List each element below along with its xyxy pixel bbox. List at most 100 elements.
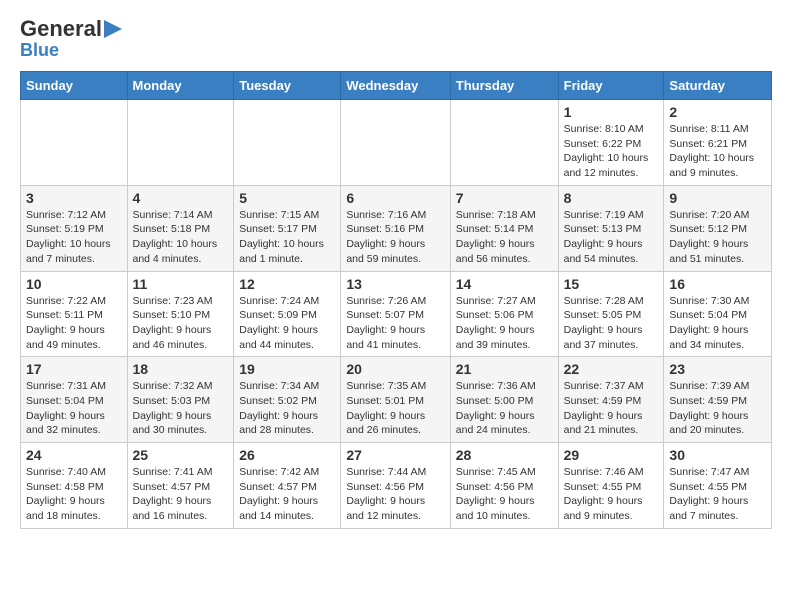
- calendar-cell: 1Sunrise: 8:10 AM Sunset: 6:22 PM Daylig…: [558, 100, 664, 186]
- weekday-wednesday: Wednesday: [341, 72, 450, 100]
- day-number: 17: [26, 361, 122, 377]
- day-info: Sunrise: 8:11 AM Sunset: 6:21 PM Dayligh…: [669, 122, 766, 181]
- calendar-cell: 20 Sunrise: 7:35 AM Sunset: 5:01 PM Dayli…: [341, 357, 450, 443]
- calendar-week-1: 1Sunrise: 8:10 AM Sunset: 6:22 PM Daylig…: [21, 100, 772, 186]
- day-info: Sunrise: 7:35 AM Sunset: 5:01 PM Dayligh…: [346, 379, 444, 438]
- calendar-cell: 28 Sunrise: 7:45 AM Sunset: 4:56 PM Dayli…: [450, 443, 558, 529]
- day-number: 23: [669, 361, 766, 377]
- day-info: Sunrise: 7:12 AM Sunset: 5:19 PM Dayligh…: [26, 208, 122, 267]
- day-info: Sunrise: 7:20 AM Sunset: 5:12 PM Dayligh…: [669, 208, 766, 267]
- day-info: Sunrise: 7:19 AM Sunset: 5:13 PM Dayligh…: [564, 208, 659, 267]
- calendar-cell: [341, 100, 450, 186]
- calendar-cell: 11 Sunrise: 7:23 AM Sunset: 5:10 PM Dayli…: [127, 271, 234, 357]
- day-number: 3: [26, 190, 122, 206]
- day-info: Sunrise: 7:22 AM Sunset: 5:11 PM Dayligh…: [26, 294, 122, 353]
- day-number: 22: [564, 361, 659, 377]
- day-number: 27: [346, 447, 444, 463]
- day-number: 5: [239, 190, 335, 206]
- calendar-cell: 29 Sunrise: 7:46 AM Sunset: 4:55 PM Dayli…: [558, 443, 664, 529]
- weekday-friday: Friday: [558, 72, 664, 100]
- day-info: Sunrise: 7:46 AM Sunset: 4:55 PM Dayligh…: [564, 465, 659, 524]
- day-info: Sunrise: 7:23 AM Sunset: 5:10 PM Dayligh…: [133, 294, 229, 353]
- day-info: Sunrise: 7:36 AM Sunset: 5:00 PM Dayligh…: [456, 379, 553, 438]
- calendar-cell: 6 Sunrise: 7:16 AM Sunset: 5:16 PM Daylig…: [341, 185, 450, 271]
- day-number: 15: [564, 276, 659, 292]
- weekday-saturday: Saturday: [664, 72, 772, 100]
- calendar-cell: 24 Sunrise: 7:40 AM Sunset: 4:58 PM Dayli…: [21, 443, 128, 529]
- calendar-cell: 5 Sunrise: 7:15 AM Sunset: 5:17 PM Daylig…: [234, 185, 341, 271]
- day-number: 11: [133, 276, 229, 292]
- day-info: Sunrise: 7:44 AM Sunset: 4:56 PM Dayligh…: [346, 465, 444, 524]
- weekday-thursday: Thursday: [450, 72, 558, 100]
- calendar-cell: 23 Sunrise: 7:39 AM Sunset: 4:59 PM Dayli…: [664, 357, 772, 443]
- calendar-cell: 2 Sunrise: 8:11 AM Sunset: 6:21 PM Daylig…: [664, 100, 772, 186]
- day-info: Sunrise: 7:18 AM Sunset: 5:14 PM Dayligh…: [456, 208, 553, 267]
- weekday-tuesday: Tuesday: [234, 72, 341, 100]
- calendar-cell: 7 Sunrise: 7:18 AM Sunset: 5:14 PM Daylig…: [450, 185, 558, 271]
- calendar-cell: 21 Sunrise: 7:36 AM Sunset: 5:00 PM Dayli…: [450, 357, 558, 443]
- calendar-cell: 13 Sunrise: 7:26 AM Sunset: 5:07 PM Dayli…: [341, 271, 450, 357]
- day-info: Sunrise: 7:27 AM Sunset: 5:06 PM Dayligh…: [456, 294, 553, 353]
- day-number: 24: [26, 447, 122, 463]
- day-info: Sunrise: 7:14 AM Sunset: 5:18 PM Dayligh…: [133, 208, 229, 267]
- day-number: 13: [346, 276, 444, 292]
- calendar-cell: 22 Sunrise: 7:37 AM Sunset: 4:59 PM Dayli…: [558, 357, 664, 443]
- day-number: 28: [456, 447, 553, 463]
- day-number: 19: [239, 361, 335, 377]
- day-number: 4: [133, 190, 229, 206]
- day-info: Sunrise: 7:47 AM Sunset: 4:55 PM Dayligh…: [669, 465, 766, 524]
- calendar-cell: 15 Sunrise: 7:28 AM Sunset: 5:05 PM Dayli…: [558, 271, 664, 357]
- calendar-week-4: 17 Sunrise: 7:31 AM Sunset: 5:04 PM Dayli…: [21, 357, 772, 443]
- day-number: 10: [26, 276, 122, 292]
- day-number: 12: [239, 276, 335, 292]
- calendar-cell: 4 Sunrise: 7:14 AM Sunset: 5:18 PM Daylig…: [127, 185, 234, 271]
- day-info: Sunrise: 7:45 AM Sunset: 4:56 PM Dayligh…: [456, 465, 553, 524]
- calendar-cell: 8 Sunrise: 7:19 AM Sunset: 5:13 PM Daylig…: [558, 185, 664, 271]
- day-number: 30: [669, 447, 766, 463]
- calendar-cell: 30 Sunrise: 7:47 AM Sunset: 4:55 PM Dayli…: [664, 443, 772, 529]
- day-info: Sunrise: 7:32 AM Sunset: 5:03 PM Dayligh…: [133, 379, 229, 438]
- day-info: Sunrise: 7:26 AM Sunset: 5:07 PM Dayligh…: [346, 294, 444, 353]
- calendar-cell: [21, 100, 128, 186]
- logo-general: General: [20, 16, 102, 42]
- calendar-cell: [234, 100, 341, 186]
- calendar-cell: [127, 100, 234, 186]
- header: General Blue: [20, 16, 772, 61]
- day-number: 8: [564, 190, 659, 206]
- day-number: 29: [564, 447, 659, 463]
- day-number: 6: [346, 190, 444, 206]
- logo-arrow-icon: [104, 20, 122, 38]
- day-info: Sunrise: 7:16 AM Sunset: 5:16 PM Dayligh…: [346, 208, 444, 267]
- weekday-header-row: SundayMondayTuesdayWednesdayThursdayFrid…: [21, 72, 772, 100]
- day-info: Sunrise: 7:31 AM Sunset: 5:04 PM Dayligh…: [26, 379, 122, 438]
- day-number: 25: [133, 447, 229, 463]
- day-info: Sunrise: 7:37 AM Sunset: 4:59 PM Dayligh…: [564, 379, 659, 438]
- calendar-cell: 10 Sunrise: 7:22 AM Sunset: 5:11 PM Dayli…: [21, 271, 128, 357]
- day-number: 2: [669, 104, 766, 120]
- calendar-cell: [450, 100, 558, 186]
- calendar-cell: 25Sunrise: 7:41 AM Sunset: 4:57 PM Dayli…: [127, 443, 234, 529]
- calendar-table: SundayMondayTuesdayWednesdayThursdayFrid…: [20, 71, 772, 529]
- day-number: 21: [456, 361, 553, 377]
- calendar-week-3: 10 Sunrise: 7:22 AM Sunset: 5:11 PM Dayli…: [21, 271, 772, 357]
- day-info: Sunrise: 7:34 AM Sunset: 5:02 PM Dayligh…: [239, 379, 335, 438]
- calendar-body: 1Sunrise: 8:10 AM Sunset: 6:22 PM Daylig…: [21, 100, 772, 529]
- day-number: 26: [239, 447, 335, 463]
- day-info: Sunrise: 7:15 AM Sunset: 5:17 PM Dayligh…: [239, 208, 335, 267]
- calendar-cell: 17 Sunrise: 7:31 AM Sunset: 5:04 PM Dayli…: [21, 357, 128, 443]
- weekday-monday: Monday: [127, 72, 234, 100]
- day-number: 1: [564, 104, 659, 120]
- calendar-cell: 27 Sunrise: 7:44 AM Sunset: 4:56 PM Dayli…: [341, 443, 450, 529]
- day-info: Sunrise: 7:24 AM Sunset: 5:09 PM Dayligh…: [239, 294, 335, 353]
- day-number: 7: [456, 190, 553, 206]
- logo: General Blue: [20, 16, 122, 61]
- calendar-cell: 9 Sunrise: 7:20 AM Sunset: 5:12 PM Daylig…: [664, 185, 772, 271]
- calendar-cell: 3 Sunrise: 7:12 AM Sunset: 5:19 PM Daylig…: [21, 185, 128, 271]
- day-info: Sunrise: 7:28 AM Sunset: 5:05 PM Dayligh…: [564, 294, 659, 353]
- day-info: Sunrise: 7:40 AM Sunset: 4:58 PM Dayligh…: [26, 465, 122, 524]
- day-number: 20: [346, 361, 444, 377]
- weekday-sunday: Sunday: [21, 72, 128, 100]
- day-info: Sunrise: 7:39 AM Sunset: 4:59 PM Dayligh…: [669, 379, 766, 438]
- day-number: 9: [669, 190, 766, 206]
- calendar-cell: 12 Sunrise: 7:24 AM Sunset: 5:09 PM Dayli…: [234, 271, 341, 357]
